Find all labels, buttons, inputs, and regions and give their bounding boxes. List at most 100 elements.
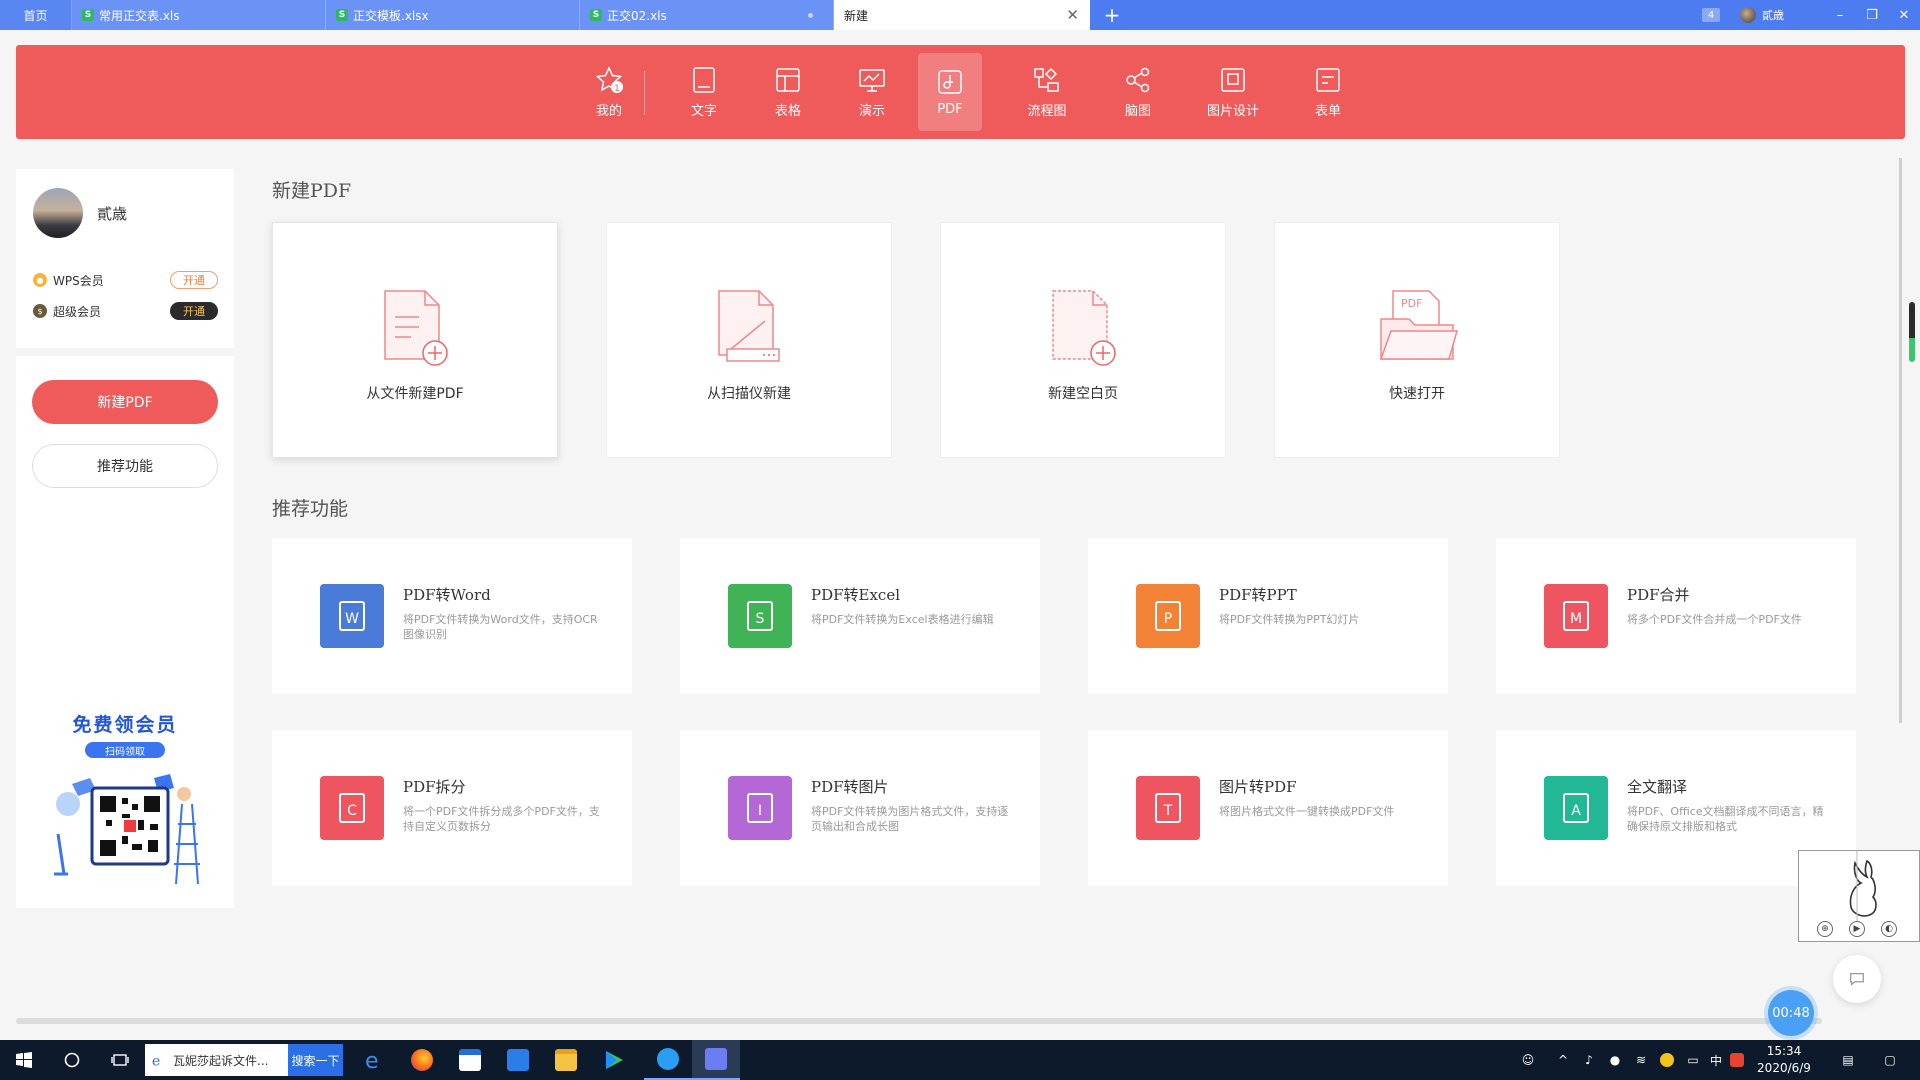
media-player-app[interactable] — [590, 1040, 638, 1080]
pdf-merge-card[interactable]: M PDF合并 将多个PDF文件合并成一个PDF文件 — [1496, 538, 1856, 694]
func-title: PDF转Excel — [811, 586, 901, 604]
image-to-pdf-card[interactable]: T 图片转PDF 将图片格式文件一键转换成PDF文件 — [1088, 730, 1448, 886]
new-blank-page-card[interactable]: 新建空白页 — [940, 222, 1226, 458]
firefox-app[interactable] — [398, 1040, 446, 1080]
image-to-pdf-icon: T — [1136, 776, 1200, 840]
taskbar-search-button[interactable]: 搜索一下 — [288, 1044, 343, 1076]
tool-my[interactable]: 1 我的 — [564, 53, 654, 131]
taskbar-search[interactable]: e 瓦妮莎起诉文件... 搜索一下 — [145, 1044, 343, 1076]
action-center-icon[interactable]: ▤ — [1832, 1040, 1864, 1080]
floating-mascot-widget[interactable]: ⊕ ▶ ◐ — [1798, 850, 1920, 942]
tool-flowchart[interactable]: 流程图 — [1010, 53, 1084, 131]
account-avatar[interactable] — [1740, 7, 1756, 23]
tab-file-3[interactable]: S 正交02.xls — [580, 0, 834, 30]
edge-app[interactable]: e — [350, 1040, 398, 1080]
activate-wps-member-button[interactable]: 开通 — [170, 271, 218, 289]
feedback-button[interactable] — [1833, 955, 1881, 1003]
new-from-scanner-card[interactable]: 从扫描仪新建 — [606, 222, 892, 458]
pdf-to-ppt-card[interactable]: P PDF转PPT 将PDF文件转换为PPT幻灯片 — [1088, 538, 1448, 694]
tool-image-design[interactable]: 图片设计 — [1190, 53, 1276, 131]
battery-icon[interactable]: ▭ — [1680, 1040, 1706, 1080]
security-app-icon[interactable] — [1654, 1040, 1680, 1080]
vertical-scrollbar[interactable] — [1899, 158, 1902, 723]
new-from-file-card[interactable]: 从文件新建PDF — [272, 222, 558, 458]
file-explorer-app[interactable] — [542, 1040, 590, 1080]
volume-icon[interactable]: ♪ — [1576, 1040, 1602, 1080]
tool-pdf[interactable]: PDF — [918, 53, 982, 131]
func-title: PDF转图片 — [811, 778, 889, 796]
tab-new[interactable]: 新建 ✕ — [834, 0, 1090, 30]
avatar[interactable] — [33, 188, 83, 238]
recommend-button[interactable]: 推荐功能 — [32, 444, 218, 488]
start-button[interactable] — [0, 1040, 48, 1080]
wps-member-icon: ● — [33, 273, 47, 287]
system-clock[interactable]: 15:34 2020/6/9 — [1748, 1043, 1820, 1077]
folder-icon — [555, 1049, 577, 1071]
tab-home[interactable]: 首页 — [0, 0, 72, 30]
minimize-icon[interactable]: – — [1824, 8, 1856, 23]
cortana-button[interactable] — [48, 1040, 96, 1080]
pdf-to-excel-card[interactable]: S PDF转Excel 将PDF文件转换为Excel表格进行编辑 — [680, 538, 1040, 694]
spreadsheet-icon: S — [336, 9, 348, 21]
windows-taskbar: e 瓦妮莎起诉文件... 搜索一下 e ☺ ^ ♪ ● ≋ ▭ 中 15:34 … — [0, 1040, 1920, 1080]
people-icon[interactable]: ☺ — [1512, 1040, 1544, 1080]
network-icon[interactable]: ≋ — [1628, 1040, 1654, 1080]
window-count-badge[interactable]: 4 — [1702, 8, 1720, 22]
pdf-to-image-icon: I — [728, 776, 792, 840]
tool-label: 图片设计 — [1206, 104, 1259, 119]
new-pdf-button[interactable]: 新建PDF — [32, 380, 218, 424]
ime-indicator[interactable]: 中 — [1706, 1040, 1726, 1080]
add-tab-button[interactable]: + — [1090, 0, 1134, 30]
close-tab-icon[interactable]: ✕ — [1066, 6, 1079, 24]
horizontal-scrollbar[interactable] — [16, 1018, 1822, 1024]
tool-form[interactable]: 表单 — [1293, 53, 1363, 131]
tool-label: 演示 — [858, 104, 885, 119]
tray-chevron-icon[interactable]: ^ — [1550, 1040, 1576, 1080]
tab-file-2[interactable]: S 正交模板.xlsx — [326, 0, 580, 30]
close-window-icon[interactable]: ✕ — [1888, 8, 1920, 23]
promo-title[interactable]: 免费领会员 — [16, 710, 234, 737]
notifications-icon[interactable]: ▢ — [1870, 1040, 1910, 1080]
user-name[interactable]: 貳歳 — [97, 203, 127, 224]
mail-app[interactable] — [494, 1040, 542, 1080]
tool-label: 我的 — [595, 104, 622, 119]
recording-timer[interactable]: 00:48 — [1768, 990, 1814, 1036]
taskbar-search-input[interactable]: 瓦妮莎起诉文件... — [173, 1052, 288, 1069]
account-name[interactable]: 貳歳 — [1762, 7, 1784, 23]
pdf-to-word-icon: W — [320, 584, 384, 648]
notification-bell-icon[interactable]: ● — [1602, 1040, 1628, 1080]
icon-letter: A — [1571, 803, 1581, 819]
wps-member-row: ● WPS会员 开通 — [33, 270, 218, 290]
tool-spreadsheet[interactable]: 表格 — [753, 53, 823, 131]
task-view-button[interactable] — [96, 1040, 144, 1080]
settings-icon[interactable]: ◐ — [1881, 921, 1897, 937]
play-icon[interactable]: ▶ — [1849, 921, 1865, 937]
promo-subtitle[interactable]: 扫码领取 — [85, 742, 165, 758]
store-app[interactable] — [446, 1040, 494, 1080]
tool-writer[interactable]: 文字 — [669, 53, 739, 131]
tool-mindmap[interactable]: 脑图 — [1101, 53, 1175, 131]
toolbar-divider — [644, 71, 645, 115]
restore-icon[interactable]: ❐ — [1856, 8, 1888, 23]
qr-code-promo-image[interactable] — [42, 764, 218, 896]
func-desc: 将PDF文件转换为Excel表格进行编辑 — [811, 613, 994, 626]
icon-letter: I — [758, 803, 762, 819]
func-title: PDF拆分 — [403, 778, 466, 796]
clock-time: 15:34 — [1766, 1044, 1802, 1058]
activate-super-member-button[interactable]: 开通 — [170, 302, 218, 320]
pdf-split-card[interactable]: C PDF拆分 将一个PDF文件拆分成多个PDF文件，支持自定义页数拆分 — [272, 730, 632, 886]
tool-presentation[interactable]: 演示 — [837, 53, 907, 131]
quick-open-card[interactable]: PDF 快速打开 — [1274, 222, 1560, 458]
pdf-to-image-card[interactable]: I PDF转图片 将PDF文件转换为图片格式文件，支持逐页输出和合成长图 — [680, 730, 1040, 886]
wps-app[interactable] — [692, 1040, 740, 1080]
super-member-icon: $ — [33, 304, 47, 318]
browser-app[interactable] — [644, 1040, 692, 1080]
tab-label: 正交02.xls — [607, 8, 667, 23]
scroll-thumb[interactable] — [1909, 302, 1915, 362]
pdf-to-ppt-icon: P — [1136, 584, 1200, 648]
sogou-ime-icon[interactable] — [1726, 1040, 1748, 1080]
move-icon[interactable]: ⊕ — [1817, 921, 1833, 937]
wps-icon — [705, 1048, 727, 1070]
tab-file-1[interactable]: S 常用正交表.xls — [72, 0, 326, 30]
pdf-to-word-card[interactable]: W PDF转Word 将PDF文件转换为Word文件，支持OCR图像识别 — [272, 538, 632, 694]
